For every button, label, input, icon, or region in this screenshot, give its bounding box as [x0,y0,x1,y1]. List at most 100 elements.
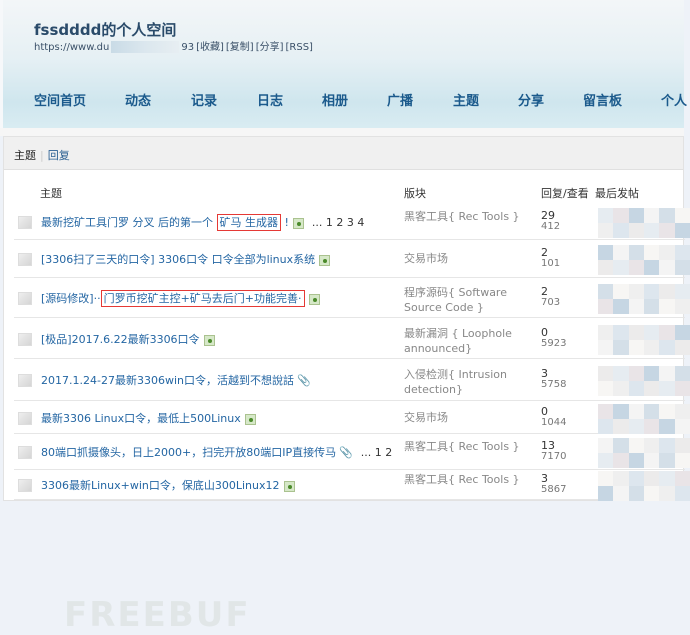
image-icon [308,293,320,305]
section-link[interactable]: 黑客工具{ Rec Tools } [404,472,544,487]
blur-cell [674,284,690,299]
blur-cell [674,438,690,453]
topic-title[interactable]: [3306扫了三天的口令] 3306口令 口令全部为linux系统 [41,251,331,267]
section-link[interactable]: 黑客工具{ Rec Tools } [404,209,544,224]
blur-cell [674,340,690,355]
nav-feed[interactable]: 动态 [125,90,151,109]
image-icon [203,334,215,346]
col-counts: 回复/查看 [541,187,589,200]
file-icon [18,479,32,492]
section-link[interactable]: 程序源码{ Software Source Code } [404,285,544,315]
blur-cell [598,208,614,223]
file-icon [18,292,32,305]
col-last-post: 最后发帖 [595,187,639,200]
reply-view-count: 3 5867 [541,472,567,495]
nav-profile[interactable]: 个人 [661,90,687,109]
blur-cell [613,284,629,299]
reply-view-count: 3 5758 [541,367,567,390]
blur-cell [674,471,690,486]
topic-title[interactable]: 最新挖矿工具门罗 分叉 后的第一个 矿马 生成器 !... 1 2 3 4 [41,214,364,231]
pagination[interactable]: ... 1 2 3 4 [312,216,364,229]
nav-album[interactable]: 相册 [322,90,348,109]
copy-link[interactable]: [复制] [226,42,254,53]
table-row: 2017.1.24-27最新3306win口令，活越到不想說話 📎 入侵检测{ I… [14,359,690,401]
reply-view-count: 2 101 [541,246,561,269]
last-post-redacted [598,366,690,396]
pagination[interactable]: ... 1 2 [361,446,392,459]
section-link[interactable]: 最新漏洞 { Loophole announced} [404,326,544,356]
blur-cell [674,260,690,275]
image-icon [244,413,256,425]
topic-title[interactable]: [极品]2017.6.22最新3306口令 [41,331,215,347]
blur-cell [643,381,660,396]
blur-cell [613,438,629,453]
reply-view-count: 13 7170 [541,439,567,462]
section-link[interactable]: 交易市场 [404,410,544,425]
nav-records[interactable]: 记录 [191,90,217,109]
table-row: 最新挖矿工具门罗 分叉 后的第一个 矿马 生成器 !... 1 2 3 4 黑客… [14,203,690,240]
nav-share[interactable]: 分享 [518,90,544,109]
section-link[interactable]: 入侵检测{ Intrusion detection} [404,367,544,397]
blur-cell [613,223,629,238]
topic-title[interactable]: 2017.1.24-27最新3306win口令，活越到不想說話 📎 [41,372,311,388]
last-post-redacted [598,471,690,501]
file-icon [18,412,32,425]
blur-cell [613,325,629,340]
blur-cell [643,453,660,468]
blur-cell [674,419,690,434]
blur-cell [643,340,660,355]
section-link[interactable]: 交易市场 [404,251,544,266]
nav-blog[interactable]: 日志 [257,90,283,109]
blur-cell [659,453,675,468]
watermark: FREEBUF [64,595,251,635]
blur-cell [643,208,660,223]
file-icon [18,446,32,459]
blur-cell [643,419,660,434]
blur-cell [643,438,660,453]
nav-guestbook[interactable]: 留言板 [583,90,622,109]
blur-cell [659,471,675,486]
share-link[interactable]: [分享] [256,42,284,53]
attachment-icon: 📎 [339,446,353,459]
blur-cell [674,453,690,468]
blur-cell [674,325,690,340]
topic-title[interactable]: 3306最新Linux+win口令，保底山300Linux12 [41,477,295,493]
tab-replies[interactable]: 回复 [48,149,70,162]
last-post-redacted [598,208,690,238]
blur-cell [659,438,675,453]
tab-topics[interactable]: 主题 [14,149,36,162]
blur-cell [674,486,690,501]
blur-cell [613,299,629,314]
blur-cell [674,381,690,396]
topic-title[interactable]: 80端口抓摄像头，日上2000+，扫完开放80端口IP直接传马 📎... 1 2 [41,444,392,460]
highlight-box: 矿马 生成器 [216,214,281,231]
blur-cell [659,245,675,260]
topic-title[interactable]: [源码修改]·· 门罗币挖矿主控+矿马去后门+功能完善· [41,290,320,307]
blur-cell [643,299,660,314]
topic-title[interactable]: 最新3306 Linux口令，最低上500Linux [41,410,256,426]
blur-cell [643,245,660,260]
blur-cell [659,381,675,396]
rss-link[interactable]: [RSS] [286,42,313,53]
blur-cell [643,223,660,238]
nav-topics[interactable]: 主题 [453,90,479,109]
reply-view-count: 0 1044 [541,405,567,428]
blur-cell [628,245,644,260]
nav-broadcast[interactable]: 广播 [387,90,413,109]
section-link[interactable]: 黑客工具{ Rec Tools } [404,439,544,454]
file-icon [18,216,32,229]
blur-cell [628,486,644,501]
last-post-redacted [598,284,690,314]
blur-cell [598,471,614,486]
blur-cell [598,223,614,238]
blur-cell [628,471,644,486]
blur-cell [613,471,629,486]
blur-cell [598,419,614,434]
favorite-link[interactable]: [收藏] [196,42,224,53]
last-post-redacted [598,404,690,434]
table-row: 80端口抓摄像头，日上2000+，扫完开放80端口IP直接传马 📎... 1 2 … [14,434,690,470]
nav-home[interactable]: 空间首页 [34,90,86,109]
col-section: 版块 [404,187,426,200]
space-nav: 空间首页 动态 记录 日志 相册 广播 主题 分享 留言板 个人 [3,90,687,112]
blur-cell [643,325,660,340]
